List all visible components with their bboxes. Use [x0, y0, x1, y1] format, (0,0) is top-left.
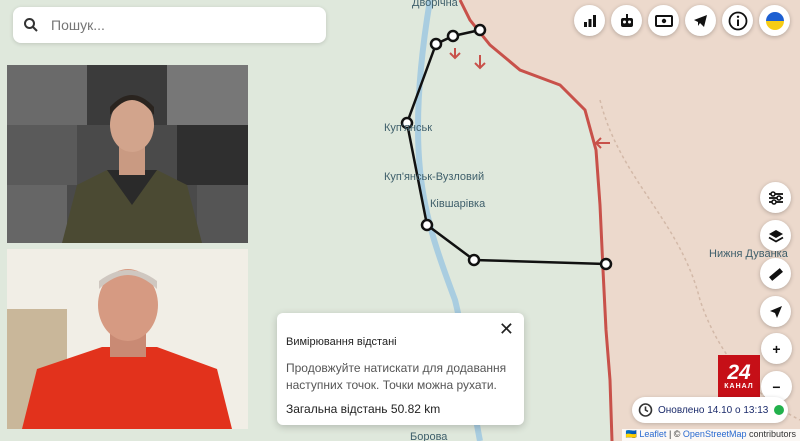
- info-icon[interactable]: [722, 5, 753, 36]
- distance-measure-panel: Вимірювання відстані Продовжуйте натиска…: [277, 313, 524, 425]
- robot-icon[interactable]: [611, 5, 642, 36]
- measure-title: Вимірювання відстані: [286, 336, 397, 348]
- map-label-kivsharivka: Ківшарівка: [430, 198, 486, 210]
- osm-link[interactable]: OpenStreetMap: [683, 429, 747, 439]
- search-icon: [13, 17, 49, 33]
- measure-total: Загальна відстань 50.82 km: [286, 402, 441, 416]
- update-text: Оновлено 14.10 о 13:13: [658, 404, 769, 416]
- measure-hint: Продовжуйте натискати для додавання наст…: [286, 361, 507, 392]
- map-tools: [760, 182, 791, 327]
- map-attribution: 🇺🇦 Leaflet | © OpenStreetMap contributor…: [621, 429, 800, 441]
- top-toolbar: [574, 5, 790, 36]
- filters-icon[interactable]: [760, 182, 791, 213]
- money-icon[interactable]: [648, 5, 679, 36]
- ruler-icon[interactable]: [760, 258, 791, 289]
- video-presenter: [7, 65, 248, 243]
- logo-word: КАНАЛ: [724, 382, 754, 390]
- attribution-flag: 🇺🇦: [625, 429, 640, 439]
- video-guest: [7, 249, 248, 429]
- live-status-dot: [774, 405, 785, 415]
- map-label-kupiansk: Куп'янськ: [384, 122, 432, 134]
- zoom-in-button[interactable]: +: [761, 333, 792, 364]
- map-label-kupiansk-vuzlovyi: Куп'янськ-Вузловий: [384, 171, 484, 183]
- map-label-bottom-town: Борова: [410, 431, 448, 441]
- channel-logo: 24 КАНАЛ: [718, 355, 760, 397]
- close-icon[interactable]: ✕: [499, 319, 514, 340]
- leaflet-link[interactable]: Leaflet: [639, 429, 666, 439]
- attribution-sep: | ©: [666, 429, 683, 439]
- map-label-top-town: Дворічна: [412, 0, 459, 9]
- search-bar[interactable]: [13, 7, 326, 43]
- measure-point[interactable]: [429, 37, 443, 51]
- measure-point[interactable]: [446, 29, 460, 43]
- logo-number: 24: [727, 360, 751, 384]
- layers-icon[interactable]: [760, 220, 791, 251]
- locate-icon[interactable]: [760, 296, 791, 327]
- history-icon[interactable]: [632, 402, 658, 418]
- measure-point[interactable]: [420, 218, 434, 232]
- zoom-controls: + −: [761, 333, 792, 402]
- telegram-icon[interactable]: [685, 5, 716, 36]
- measure-point[interactable]: [599, 257, 613, 271]
- measure-point[interactable]: [467, 253, 481, 267]
- update-status[interactable]: Оновлено 14.10 о 13:13: [632, 397, 788, 423]
- ukraine-flag-icon[interactable]: [759, 5, 790, 36]
- measure-point[interactable]: [473, 23, 487, 37]
- attribution-rest: contributors: [746, 429, 796, 439]
- search-input[interactable]: [49, 16, 293, 34]
- chart-icon[interactable]: [574, 5, 605, 36]
